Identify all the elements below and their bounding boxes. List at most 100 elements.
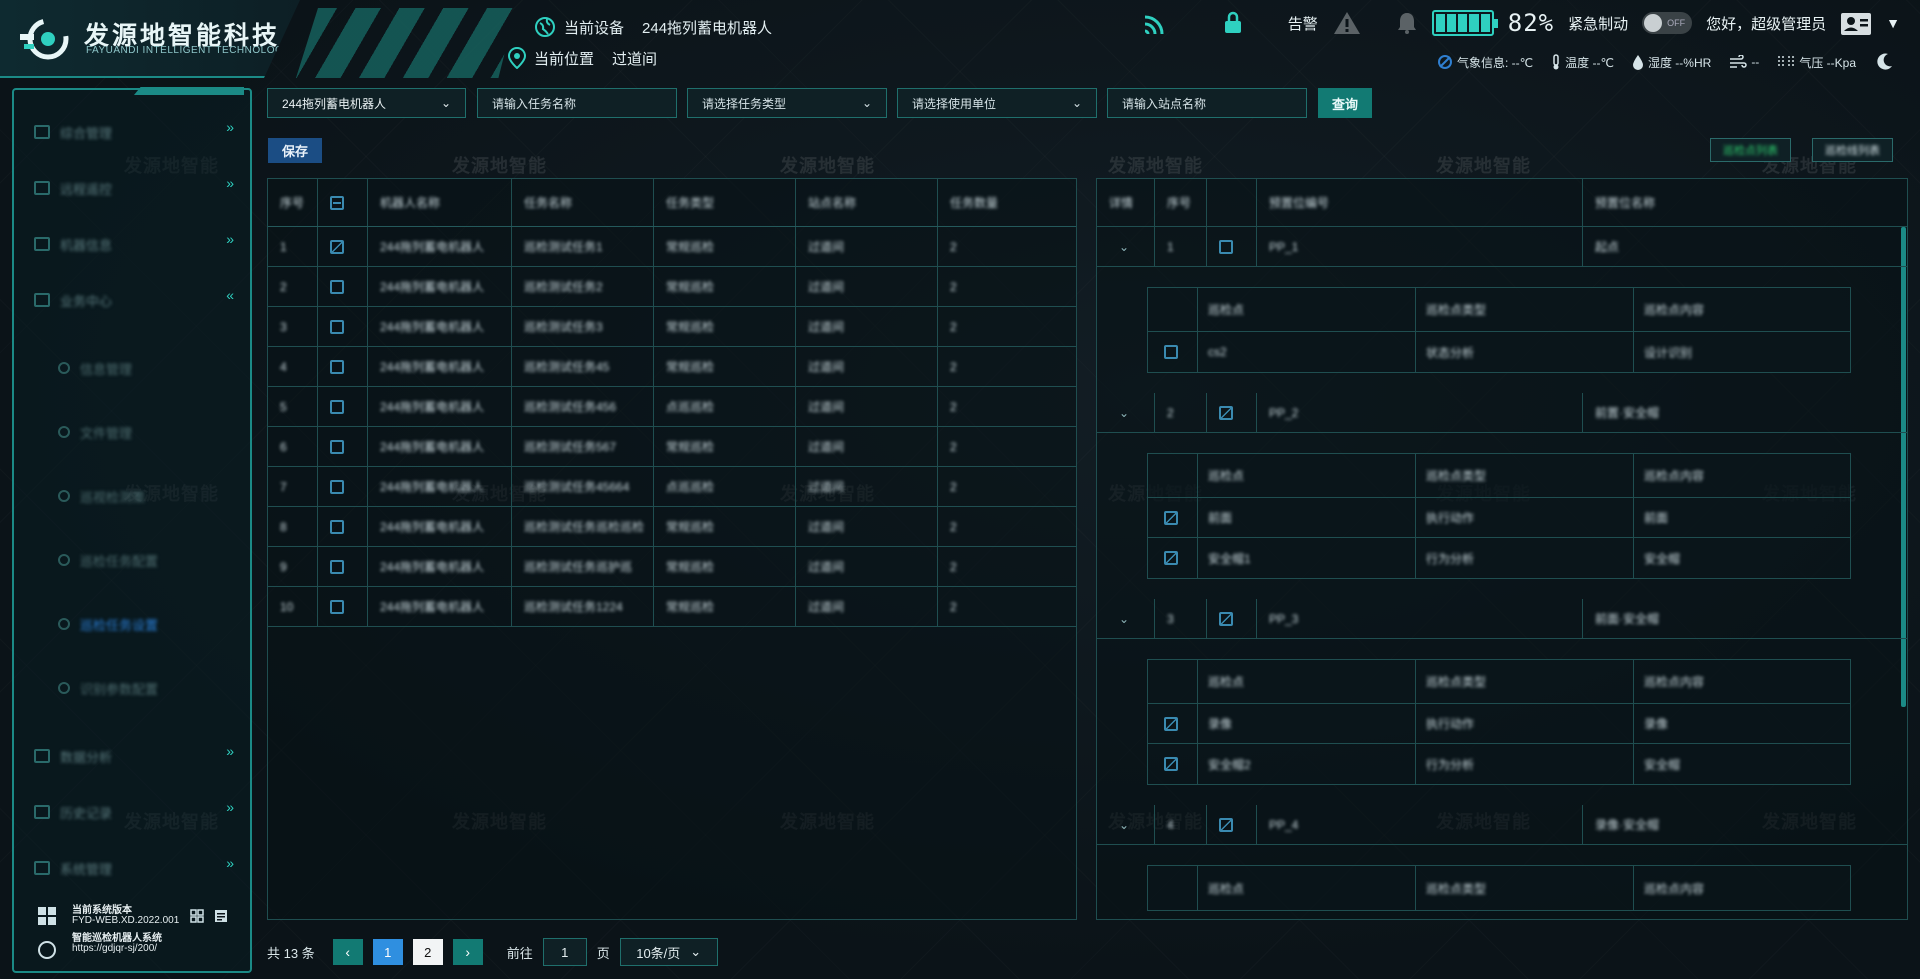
wind-icon [1730,55,1748,68]
preset-row[interactable]: ⌄ 4 PP_4 录像·安全帽 [1097,805,1907,845]
page-size-select[interactable]: 10条/页 ⌄ [619,938,718,966]
table-row[interactable]: 9 244拖列蓄电机器人 巡检测试任务巡护巡 常规巡检 过道间 2 [268,547,1076,587]
preset-row[interactable]: ⌄ 3 PP_3 前面·安全帽 [1097,599,1907,639]
row-checkbox[interactable] [330,559,344,574]
subtable-row[interactable]: cs2 状态分析 设计识别 [1148,332,1850,372]
subtable-header-cell: 巡检点类型 [1416,866,1634,910]
preset-checkbox[interactable] [1219,817,1233,832]
table-row[interactable]: 3 244拖列蓄电机器人 巡检测试任务3 常规巡检 过道间 2 [268,307,1076,347]
site-name-input[interactable]: 请输入站点名称 [1107,88,1307,118]
current-device: 当前设备 244拖列蓄电机器人 [534,16,772,38]
subtable-header-cell: 巡检点内容 [1634,454,1850,497]
row-checkbox[interactable] [330,399,344,414]
sidebar-subitem-3[interactable]: 巡视检测策 [58,482,238,510]
sidebar-item-1[interactable]: 综合管理 » [34,116,234,148]
page-1-button[interactable]: 1 [372,939,403,965]
sidebar-subitem-1[interactable]: 信息管理 [58,354,238,382]
table-row[interactable]: 2 244拖列蓄电机器人 巡检测试任务2 常规巡检 过道间 2 [268,267,1076,307]
cell-text: 执行动作 [1426,511,1475,525]
current-device-label: 当前设备 [564,19,625,37]
table-cell: 2 [938,307,1076,346]
subtable-row[interactable]: 安全帽2 行为分析 安全帽 [1148,744,1850,784]
sidebar-item-2[interactable]: 远程遥控 » [34,172,234,204]
grid-view-icon[interactable] [190,909,204,923]
row-checkbox[interactable] [330,479,344,494]
preset-row[interactable]: ⌄ 2 PP_2 前置·安全帽 [1097,393,1907,433]
row-checkbox[interactable] [330,439,344,454]
notes-icon[interactable] [214,909,228,923]
user-card-icon[interactable] [1840,10,1872,36]
sidebar-item-bottom-2[interactable]: 历史记录 » [34,796,234,828]
query-button[interactable]: 查询 [1318,88,1372,118]
robot-select-value: 244拖列蓄电机器人 [282,96,387,111]
sidebar-subitem-5[interactable]: 巡检任务设置 [58,610,238,638]
sidebar-item-bottom-3[interactable]: 系统管理 » [34,852,234,884]
expand-chevron-icon[interactable]: ⌄ [1119,818,1129,832]
sidebar-subitem-4[interactable]: 巡检任务配置 [58,546,238,574]
subtable-header-cell: 巡检点内容 [1634,288,1850,331]
next-page-button[interactable]: › [452,939,483,965]
table-cell: 2 [938,547,1076,586]
expand-chevron-icon[interactable]: ⌄ [1119,406,1129,420]
subtable-row[interactable]: 安全帽1 行为分析 安全帽 [1148,538,1850,578]
expand-chevron-icon[interactable]: ⌄ [1119,612,1129,626]
table-row[interactable]: 8 244拖列蓄电机器人 巡检测试任务巡检巡检 常规巡检 过道间 2 [268,507,1076,547]
table-cell: 点巡巡检 [654,467,796,506]
system-url[interactable]: https://gdjqr-sj/200/ [72,943,157,954]
user-greeting[interactable]: 您好，超级管理员 [1706,13,1826,34]
column-header[interactable] [318,179,368,226]
expand-chevron-icon[interactable]: ⌄ [1119,240,1129,254]
sidebar-subitem-2[interactable]: 文件管理 [58,418,238,446]
preset-checkbox[interactable] [1219,405,1233,420]
save-button[interactable]: 保存 [268,138,322,163]
tab-inspection-routes[interactable]: 巡检线列表 [1812,138,1893,162]
table-cell: 3 [268,307,318,346]
chevron-icon: » [226,799,234,815]
prev-page-button[interactable]: ‹ [332,939,363,965]
point-checkbox[interactable] [1164,716,1178,731]
preset-checkbox[interactable] [1219,239,1233,254]
sidebar-subitem-6[interactable]: 识别参数配置 [58,674,238,702]
table-row[interactable]: 4 244拖列蓄电机器人 巡检测试任务45 常规巡检 过道间 2 [268,347,1076,387]
tab-inspection-points[interactable]: 巡检点列表 [1710,138,1791,162]
preset-checkbox[interactable] [1219,611,1233,626]
watermark-text: 发源地智能 [1436,156,1531,176]
task-name-input[interactable]: 请输入任务名称 [477,88,677,118]
page-2-button[interactable]: 2 [412,939,443,965]
row-checkbox[interactable] [330,599,344,614]
table-cell: 巡检测试任务45 [512,347,654,386]
point-checkbox[interactable] [1164,757,1178,771]
user-dropdown-icon[interactable]: ▼ [1886,15,1900,31]
sidebar-item-4[interactable]: 业务中心 « [34,284,234,316]
unit-select[interactable]: 请选择使用单位 ⌄ [897,88,1097,118]
cell-text: 常规巡检 [666,320,715,334]
row-checkbox[interactable] [330,519,344,534]
row-checkbox[interactable] [330,319,344,334]
bell-icon[interactable] [1396,11,1418,35]
row-checkbox[interactable] [330,279,344,294]
emergency-stop-toggle[interactable]: OFF [1642,12,1693,34]
row-checkbox[interactable] [330,239,344,254]
table-cell: 2 [938,347,1076,386]
point-checkbox[interactable] [1164,345,1178,359]
subtable-row[interactable]: 录像 执行动作 录像 [1148,704,1850,744]
table-row[interactable]: 7 244拖列蓄电机器人 巡检测试任务45664 点巡巡检 过道间 2 [268,467,1076,507]
subtable-row[interactable]: 前面 执行动作 前面 [1148,498,1850,538]
table-row[interactable]: 6 244拖列蓄电机器人 巡检测试任务567 常规巡检 过道间 2 [268,427,1076,467]
sidebar-item-3[interactable]: 机器信息 » [34,228,234,260]
robot-select[interactable]: 244拖列蓄电机器人 ⌄ [267,88,466,118]
point-checkbox[interactable] [1164,510,1178,525]
lock-icon[interactable] [1222,11,1244,35]
table-row[interactable]: 5 244拖列蓄电机器人 巡检测试任务456 点巡巡检 过道间 2 [268,387,1076,427]
cell-text: 过道间 [808,280,845,294]
warning-icon[interactable] [1332,10,1362,36]
task-type-select[interactable]: 请选择任务类型 ⌄ [687,88,887,118]
point-checkbox[interactable] [1164,551,1178,565]
goto-page-input[interactable]: 1 [542,938,587,966]
table-row[interactable]: 10 244拖列蓄电机器人 巡检测试任务1224 常规巡检 过道间 2 [268,587,1076,627]
preset-row[interactable]: ⌄ 1 PP_1 起点 [1097,227,1907,267]
table-row[interactable]: 1 244拖列蓄电机器人 巡检测试任务1 常规巡检 过道间 2 [268,227,1076,267]
sidebar-item-bottom-1[interactable]: 数据分析 » [34,740,234,772]
select-all-checkbox[interactable] [330,195,344,210]
row-checkbox[interactable] [330,359,344,374]
